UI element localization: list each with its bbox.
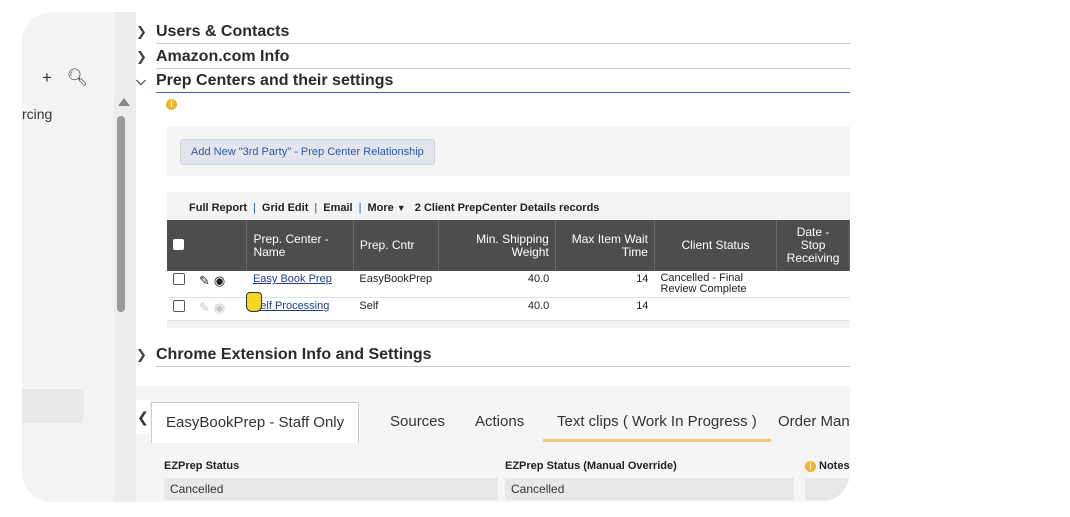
plus-icon[interactable]: + — [42, 68, 52, 87]
section-title: Chrome Extension Info and Settings — [156, 346, 432, 363]
chevron-right-icon: ❯ — [136, 24, 147, 39]
row-checkbox[interactable] — [173, 273, 185, 285]
table-row: ✎ ◉ Self Processing Self 40.0 14 — [167, 297, 850, 321]
grid-edit-link[interactable]: Grid Edit — [262, 202, 308, 214]
pencil-icon[interactable]: ✎ — [199, 300, 210, 316]
column-header[interactable]: Client Status — [654, 220, 778, 271]
scrollbar-thumb[interactable] — [117, 116, 125, 312]
section-prep-centers[interactable]: ⌵ Prep Centers and their settings — [136, 72, 850, 93]
sidebar-item-label[interactable]: rcing — [22, 106, 52, 122]
chevron-left-icon[interactable]: ❮ — [136, 400, 150, 434]
prep-cntr-cell: EasyBookPrep — [353, 271, 439, 298]
date-stop-cell — [776, 297, 850, 321]
client-status-cell — [654, 297, 777, 321]
sidebar-actions: + 🔍︎ — [42, 68, 98, 88]
min-weight-cell: 40.0 — [438, 297, 556, 321]
row-checkbox[interactable] — [173, 300, 185, 312]
date-stop-cell — [776, 271, 850, 298]
eye-icon[interactable]: ◉ — [214, 273, 225, 289]
pencil-icon[interactable]: ✎ — [199, 273, 210, 289]
section-title: Amazon.com Info — [156, 48, 290, 65]
divider — [156, 68, 850, 69]
tab-text-clips[interactable]: Text clips ( Work In Progress ) — [543, 402, 771, 442]
section-users-contacts[interactable]: ❯ Users & Contacts — [136, 23, 850, 44]
select-all-checkbox[interactable] — [173, 238, 184, 250]
tab-order-manage[interactable]: Order Manage — [764, 402, 850, 442]
section-title: Users & Contacts — [156, 23, 290, 40]
records-count: 2 Client PrepCenter Details records — [414, 202, 600, 214]
chevron-down-icon: ⌵ — [136, 73, 146, 88]
section-title: Prep Centers and their settings — [156, 72, 394, 89]
hand-cursor-icon — [246, 292, 262, 312]
divider — [156, 43, 850, 44]
add-prep-center-relationship-button[interactable]: Add New "3rd Party" - Prep Center Relati… — [180, 139, 435, 165]
client-status-cell: Cancelled - Final Review Complete — [654, 271, 777, 298]
tab-sources[interactable]: Sources — [376, 402, 459, 442]
more-menu[interactable]: More ▼ — [367, 202, 405, 214]
min-weight-cell: 40.0 — [438, 271, 556, 298]
select-all-header — [167, 220, 248, 271]
section-amazon-info[interactable]: ❯ Amazon.com Info — [136, 48, 850, 69]
app-window: + 🔍︎ rcing ❯ Users & Contacts ❯ Amazon.com… — [22, 12, 850, 502]
button-area: Add New "3rd Party" - Prep Center Relati… — [167, 126, 850, 176]
caret-down-icon: ▼ — [396, 203, 406, 213]
notes-label-wrap: i Notes — [805, 460, 850, 472]
grid-toolbar: Full Report | Grid Edit | Email | More ▼ 2 Cli… — [189, 202, 600, 214]
ezprep-override-field[interactable]: Cancelled — [505, 478, 794, 500]
scroll-up-arrow-icon[interactable] — [118, 98, 130, 106]
column-header[interactable]: Date - Stop Receiving — [776, 220, 850, 271]
chevron-right-icon: ❯ — [136, 347, 147, 362]
tab-actions[interactable]: Actions — [461, 402, 538, 442]
divider — [156, 92, 850, 93]
prep-center-grid: Full Report | Grid Edit | Email | More ▼ 2 Cli… — [167, 192, 850, 328]
column-header[interactable]: Max Item Wait Time — [555, 220, 655, 271]
max-wait-cell: 14 — [555, 297, 655, 321]
prep-center-name-cell[interactable]: Easy Book Prep — [246, 271, 354, 298]
search-icon[interactable]: 🔍︎ — [67, 68, 89, 87]
ezprep-override-label: EZPrep Status (Manual Override) — [505, 460, 677, 472]
row-actions: ✎ ◉ — [167, 271, 247, 298]
full-report-link[interactable]: Full Report — [189, 202, 247, 214]
column-header[interactable]: Prep. Center - Name — [246, 220, 354, 271]
ezprep-status-field[interactable]: Cancelled — [164, 478, 498, 500]
left-sidebar: + 🔍︎ rcing — [22, 12, 114, 502]
divider — [156, 366, 850, 367]
email-link[interactable]: Email — [323, 202, 352, 214]
sidebar-selected-item[interactable] — [22, 389, 84, 423]
ezprep-status-label: EZPrep Status — [164, 460, 240, 472]
tab-staff-only[interactable]: EasyBookPrep - Staff Only — [151, 402, 360, 443]
data-table: Prep. Center - Name Prep. Cntr Min. Ship… — [167, 220, 850, 321]
more-label: More — [367, 202, 394, 214]
prep-center-link[interactable]: Easy Book Prep — [253, 273, 332, 285]
eye-icon[interactable]: ◉ — [214, 300, 225, 316]
prep-center-link[interactable]: Self Processing — [253, 300, 329, 312]
info-icon[interactable]: i — [166, 99, 177, 110]
section-chrome-extension[interactable]: ❯ Chrome Extension Info and Settings — [136, 346, 850, 367]
notes-field[interactable] — [805, 478, 850, 500]
row-actions: ✎ ◉ — [167, 297, 247, 321]
info-icon[interactable]: i — [805, 461, 816, 472]
main-content: ❯ Users & Contacts ❯ Amazon.com Info ⌵ Prep… — [136, 12, 850, 502]
scrollbar[interactable] — [114, 12, 136, 502]
prep-center-name-cell[interactable]: Self Processing — [246, 297, 354, 321]
table-row: ✎ ◉ Easy Book Prep EasyBookPrep 40.0 14 C… — [167, 271, 850, 298]
prep-cntr-cell: Self — [353, 297, 439, 321]
column-header[interactable]: Prep. Cntr — [353, 220, 439, 271]
column-header[interactable]: Min. Shipping Weight — [438, 220, 556, 271]
notes-label: Notes — [819, 460, 850, 472]
max-wait-cell: 14 — [555, 271, 655, 298]
chevron-right-icon: ❯ — [136, 49, 147, 64]
